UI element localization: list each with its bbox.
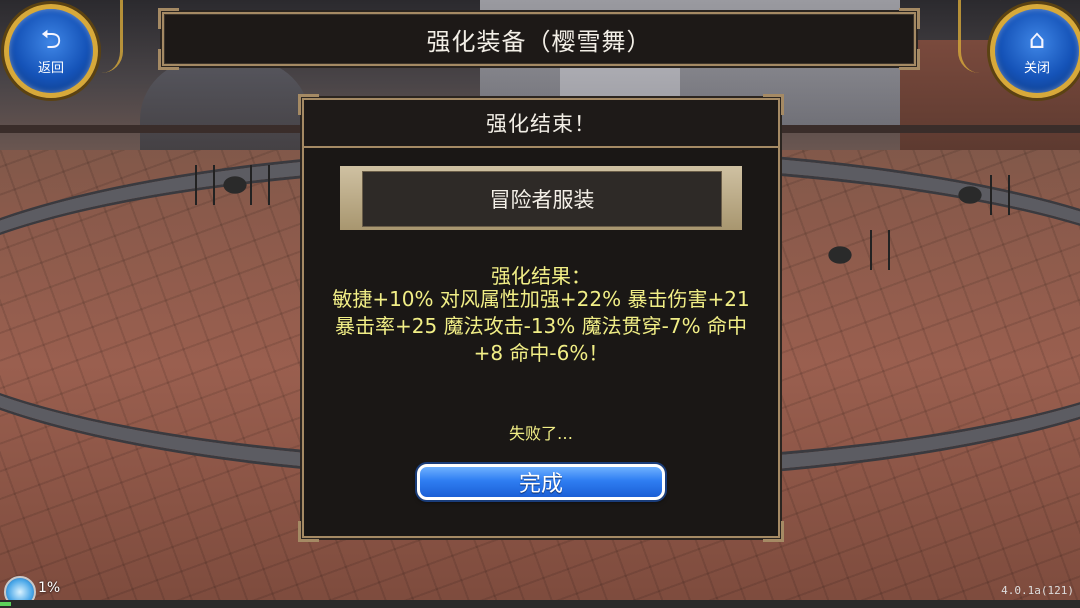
done-button-label: 完成 — [518, 472, 563, 497]
back-button[interactable]: ⮌ 返回 — [4, 4, 98, 98]
close-button[interactable]: ⌂ 关闭 — [990, 4, 1080, 98]
cafe-table — [820, 240, 860, 270]
frame-corner — [298, 521, 319, 542]
cafe-table — [950, 180, 990, 210]
fail-message: 失败了… — [508, 424, 573, 443]
close-button-label: 关闭 — [1023, 60, 1050, 76]
frame-corner — [158, 49, 179, 70]
frame-corner — [899, 8, 920, 29]
cafe-table — [215, 170, 255, 200]
enhance-result-dialog: 强化结束！ 冒险者服装 强化结果： 敏捷+10% 对风属性加强+22% 暴击伤害… — [298, 94, 784, 542]
item-name: 冒险者服装 — [489, 188, 595, 212]
result-heading: 强化结果： — [491, 264, 591, 288]
cafe-chair — [870, 230, 890, 270]
result-stats-text: 敏捷+10% 对风属性加强+22% 暴击伤害+21 暴击率+25 魔法攻击-13… — [332, 287, 750, 365]
home-icon: ⌂ — [1028, 24, 1046, 55]
item-name-plate: 冒险者服装 — [340, 166, 742, 230]
frame-corner — [158, 8, 179, 29]
frame-corner — [899, 49, 920, 70]
done-button[interactable]: 完成 — [417, 464, 665, 500]
item-name-frame: 冒险者服装 — [362, 171, 722, 227]
progress-percent-text: 1% — [38, 580, 61, 596]
back-arrow-icon: ⮌ — [40, 24, 62, 55]
cafe-chair — [990, 175, 1010, 215]
page-title: 强化装备（樱雪舞） — [426, 27, 652, 56]
background-building — [140, 60, 310, 150]
back-button-label: 返回 — [37, 60, 64, 76]
cafe-chair — [250, 165, 270, 205]
cafe-chair — [195, 165, 215, 205]
progress-bar-fill — [0, 602, 11, 606]
page-title-bar: 强化装备（樱雪舞） — [158, 8, 920, 70]
dialog-header: 强化结束！ — [304, 100, 778, 148]
version-label: 4.0.1a(121) — [1001, 584, 1074, 597]
progress-bar — [0, 600, 1080, 608]
frame-corner — [763, 521, 784, 542]
dialog-title: 强化结束！ — [486, 112, 596, 136]
